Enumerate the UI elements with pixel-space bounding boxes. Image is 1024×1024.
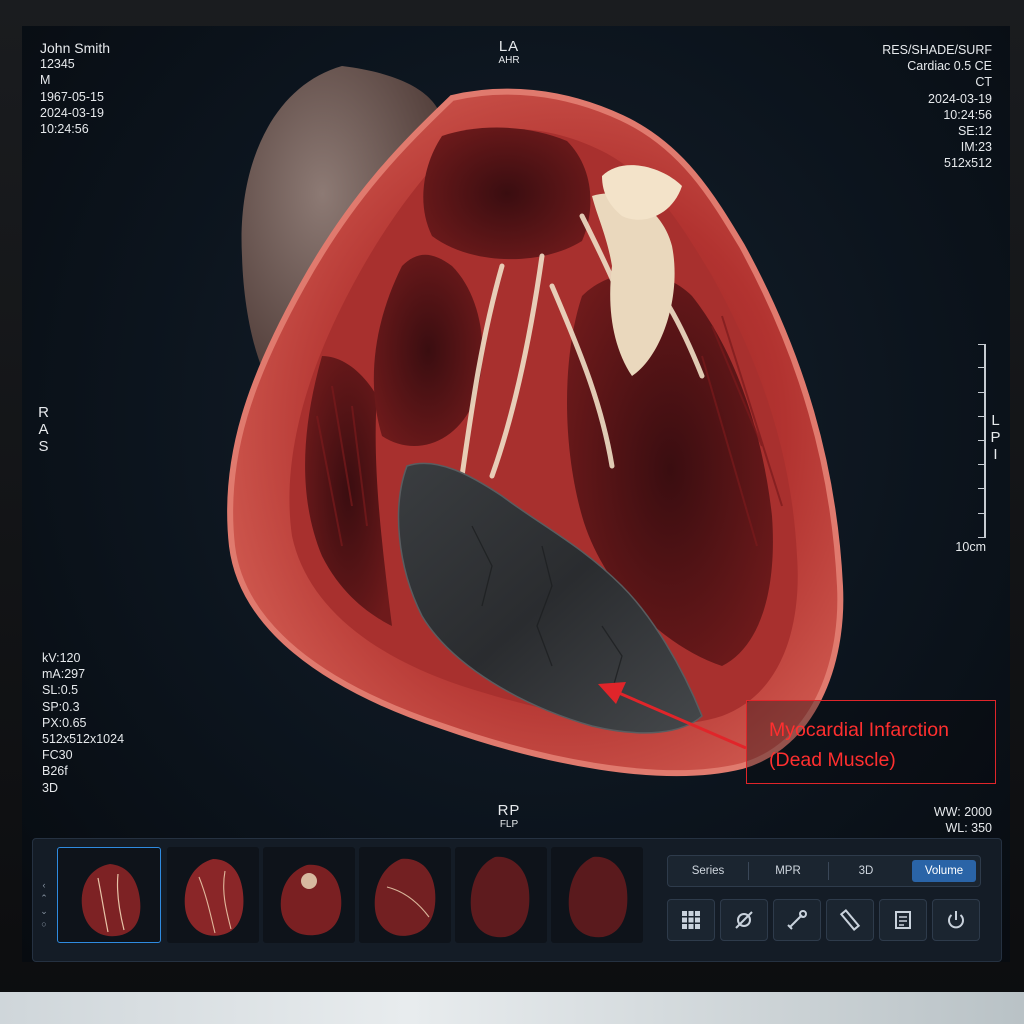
orientation-left-r: R — [38, 404, 50, 421]
render-type: 3D — [42, 780, 58, 795]
heart-thumbnail-icon — [184, 859, 244, 936]
modality: CT — [975, 75, 992, 90]
crosshair-cursor-icon — [735, 911, 753, 929]
ruler-tick — [978, 488, 984, 489]
image-number: IM:23 — [960, 140, 992, 155]
pixel-spacing: PX:0.65 — [42, 715, 87, 730]
chevron-up-icon[interactable]: ⌃ — [37, 892, 51, 905]
ruler-tick — [978, 440, 984, 441]
study-info-date: 2024-03-19 — [928, 91, 992, 106]
patient-name: John Smith — [40, 40, 111, 56]
circle-icon[interactable]: ○ — [37, 918, 51, 931]
chevron-left-icon[interactable]: ‹ — [37, 879, 51, 892]
thumbnail-3[interactable] — [263, 847, 355, 943]
orientation-left: R A S — [36, 404, 52, 455]
kernel: B26f — [42, 764, 68, 779]
tab-series[interactable]: Series — [672, 860, 744, 882]
orientation-right-l: L — [991, 412, 1001, 429]
orientation-top: LA AHR — [482, 38, 536, 66]
layout-button[interactable] — [667, 899, 715, 941]
patient-info: John Smith 12345 M 1967-05-15 2024-03-19… — [40, 40, 110, 137]
acquisition-params: kV:120 mA:297 SL:0.5 SP:0.3 PX:0.65 512x… — [42, 650, 124, 796]
view-mode-tabs: Series MPR 3D Volume — [667, 855, 981, 887]
thumbnail-2[interactable] — [167, 847, 259, 943]
window-level-value: WL: 350 — [945, 821, 992, 836]
patient-id: 12345 — [40, 57, 75, 72]
orientation-top-sub: AHR — [498, 55, 520, 66]
measure-tool-icon — [787, 910, 807, 930]
heart-thumbnail-icon — [374, 858, 436, 936]
ruler-button[interactable] — [826, 899, 874, 941]
window-width: WW: 2000 — [933, 805, 992, 819]
thumbnail-1[interactable] — [57, 847, 161, 943]
ruler-tick — [978, 537, 984, 538]
orientation-bottom-sub: FLP — [499, 819, 519, 830]
render-mode: RES/SHADE/SURF — [882, 43, 992, 57]
heart-thumbnail-icon — [280, 864, 342, 936]
volume-size: 512x512x1024 — [42, 732, 125, 747]
power-icon — [948, 911, 964, 929]
heart-thumbnail-icon — [81, 864, 141, 937]
thumbnail-4[interactable] — [359, 847, 451, 943]
orientation-top-label: LA — [498, 38, 520, 55]
tool-buttons — [667, 899, 980, 943]
series-number: SE:12 — [957, 124, 992, 139]
thumbnail-6[interactable] — [551, 847, 643, 943]
ma-value: mA:297 — [42, 667, 86, 682]
window-level: WW: 2000 WL: 350 — [882, 804, 992, 836]
study-info: RES/SHADE/SURF Cardiac 0.5 CE CT 2024-03… — [782, 42, 992, 172]
ruler-tick — [978, 392, 984, 393]
image-matrix: 512x512 — [944, 156, 992, 171]
cursor-tool-button[interactable] — [720, 899, 768, 941]
ruler-tick — [978, 416, 984, 417]
ruler-icon — [839, 909, 861, 931]
thumbnail-5[interactable] — [455, 847, 547, 943]
tab-mpr[interactable]: MPR — [752, 860, 824, 882]
grid-layout-icon — [682, 911, 700, 929]
report-button[interactable] — [879, 899, 927, 941]
kv-value: kV:120 — [42, 651, 81, 665]
patient-dob: 1967-05-15 — [40, 89, 104, 104]
orientation-left-s: S — [38, 438, 50, 455]
chevron-down-icon[interactable]: ⌄ — [37, 905, 51, 918]
ruler-tick — [978, 344, 984, 345]
ruler-tick — [978, 464, 984, 465]
study-info-time: 10:24:56 — [943, 107, 992, 122]
measure-button[interactable] — [773, 899, 821, 941]
ruler-tick — [978, 367, 984, 368]
thumbnail-scroll-controls[interactable]: ‹ ⌃ ⌄ ○ — [37, 879, 51, 931]
report-icon — [895, 911, 911, 929]
power-button[interactable] — [932, 899, 980, 941]
ruler-tick — [978, 513, 984, 514]
infarct-annotation[interactable]: Myocardial Infarction (Dead Muscle) — [746, 700, 996, 784]
study-time: 10:24:56 — [40, 122, 89, 137]
ruler-label: 10cm — [955, 540, 986, 554]
orientation-bottom-label: RP — [497, 802, 521, 819]
heart-thumbnail-icon — [470, 856, 530, 938]
desk-background — [0, 992, 1024, 1024]
annotation-line-2: (Dead Muscle) — [769, 749, 896, 771]
scale-ruler — [984, 344, 986, 538]
orientation-bottom: RP FLP — [482, 802, 536, 830]
orientation-left-a: A — [38, 421, 50, 438]
heart-thumbnail-icon — [568, 856, 628, 938]
bottom-toolbar: ‹ ⌃ ⌄ ○ Series MPR 3D Volume — [32, 838, 1002, 962]
slice-thickness: SL:0.5 — [42, 683, 79, 698]
orientation-right-i: I — [993, 446, 999, 463]
orientation-right-p: P — [990, 429, 1002, 446]
viewer-screen: John Smith 12345 M 1967-05-15 2024-03-19… — [22, 26, 1010, 962]
orientation-right: L P I — [988, 412, 1004, 463]
image-viewport[interactable]: John Smith 12345 M 1967-05-15 2024-03-19… — [22, 26, 1010, 836]
tab-3d[interactable]: 3D — [832, 860, 900, 882]
filter-code: FC30 — [42, 748, 73, 763]
slice-spacing: SP:0.3 — [42, 699, 80, 714]
annotation-line-1: Myocardial Infarction — [769, 719, 949, 741]
patient-sex: M — [40, 73, 51, 88]
tab-divider — [828, 862, 829, 880]
tab-volume[interactable]: Volume — [912, 860, 976, 882]
study-date: 2024-03-19 — [40, 105, 104, 120]
protocol: Cardiac 0.5 CE — [907, 59, 992, 74]
tab-divider — [748, 862, 749, 880]
left-atrium-chamber — [423, 127, 591, 260]
